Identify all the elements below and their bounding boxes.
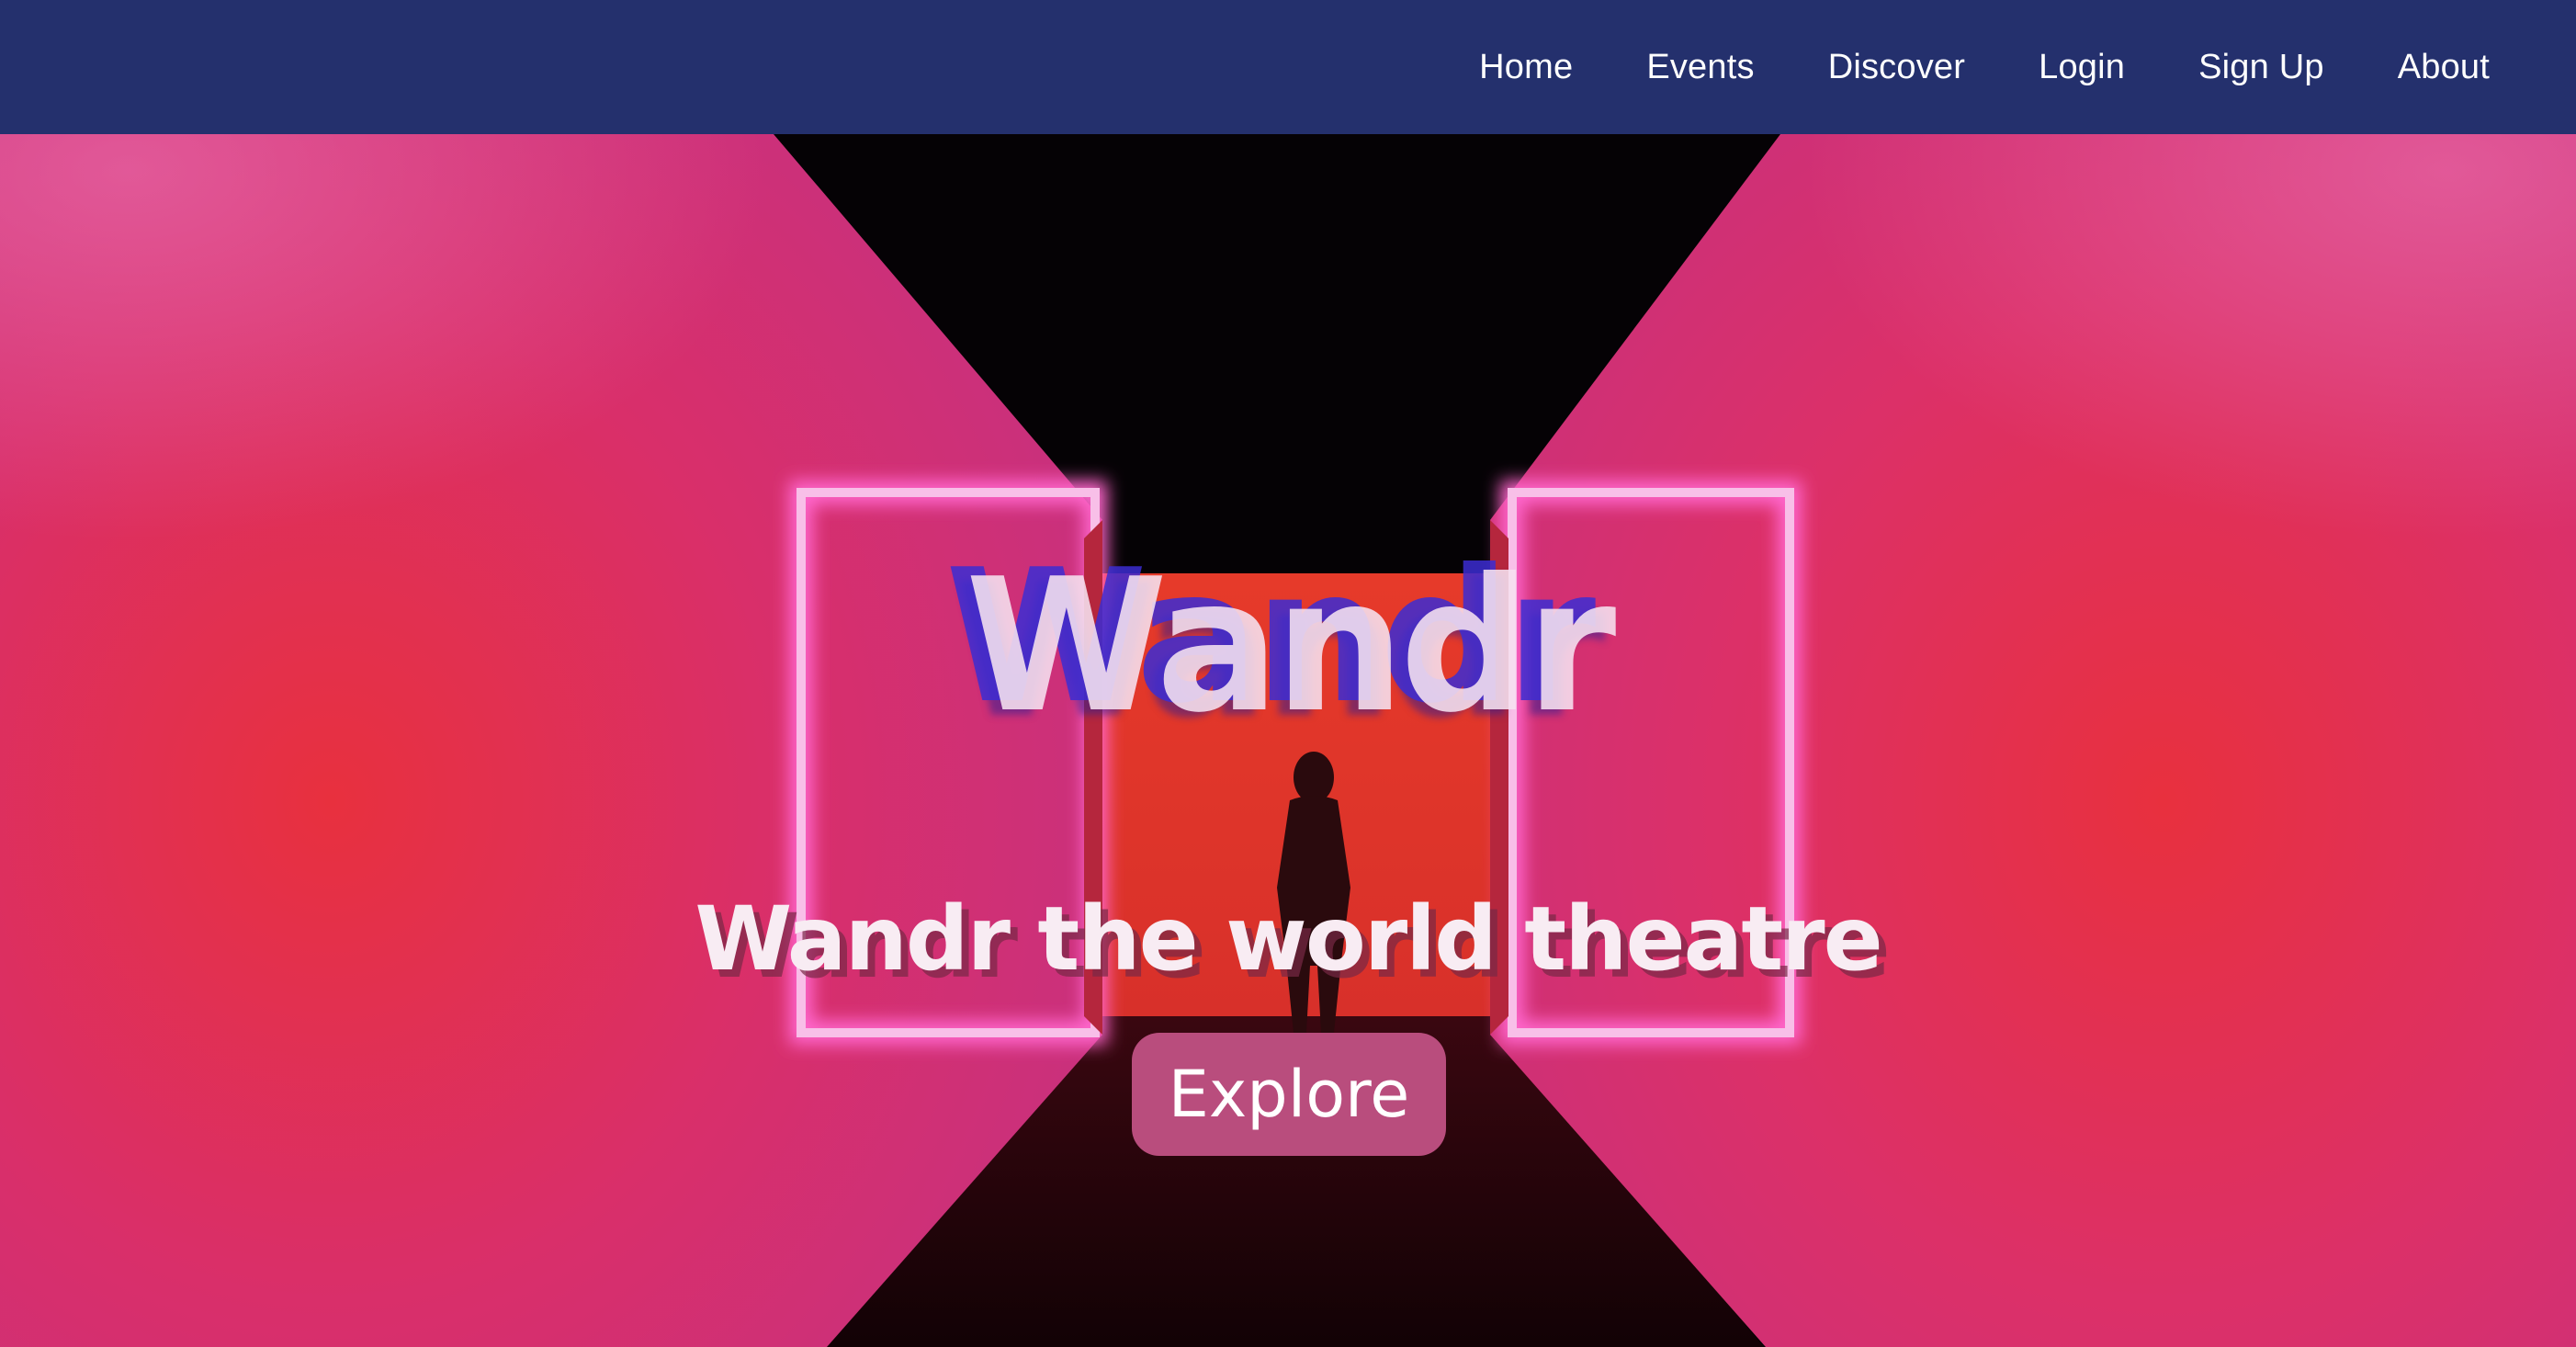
nav-link-login[interactable]: Login bbox=[2039, 48, 2125, 87]
hero-subtitle: Wandr the world theatre bbox=[695, 888, 1882, 990]
nav-link-about[interactable]: About bbox=[2398, 48, 2490, 87]
nav-link-sign-up[interactable]: Sign Up bbox=[2198, 48, 2324, 87]
nav-link-home[interactable]: Home bbox=[1479, 48, 1573, 87]
hero-title: Wandr bbox=[965, 539, 1617, 753]
explore-button[interactable]: Explore bbox=[1132, 1033, 1446, 1156]
nav-link-events[interactable]: Events bbox=[1646, 48, 1754, 87]
top-navbar: Home Events Discover Login Sign Up About bbox=[0, 0, 2576, 134]
nav-link-discover[interactable]: Discover bbox=[1828, 48, 1965, 87]
hero-section: Wandr Wandr the world theatre Explore bbox=[0, 134, 2576, 1347]
